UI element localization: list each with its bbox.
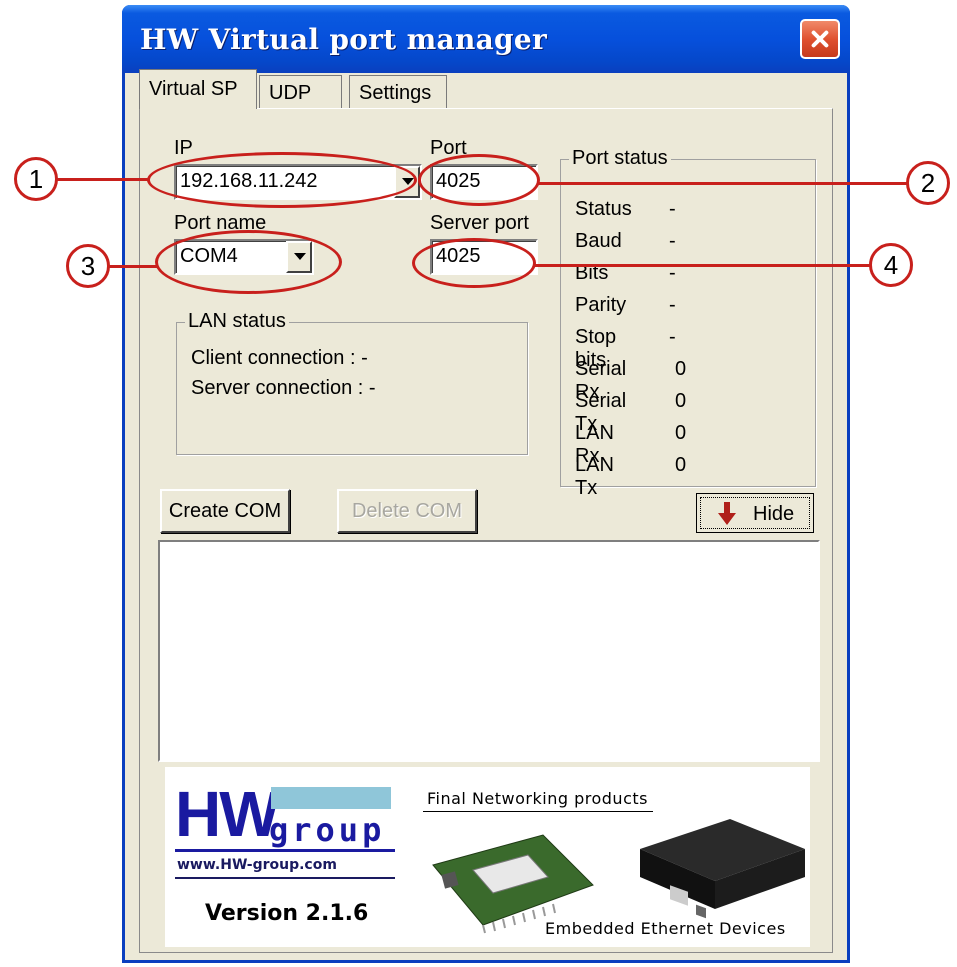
version-label: Version 2.1.6 (205, 901, 369, 926)
logo-divider (175, 849, 395, 852)
tab-settings[interactable]: Settings (349, 75, 447, 109)
annotation-marker-3: 3 (66, 244, 110, 288)
banner-footer: Embedded Ethernet Devices (545, 919, 786, 938)
server-port-label: Server port (430, 212, 529, 234)
delete-com-button[interactable]: Delete COM (337, 489, 477, 533)
annotation-oval-port-name (155, 230, 342, 294)
ethernet-device-image (640, 819, 805, 919)
logo-hw: HW (175, 778, 280, 850)
log-textarea[interactable] (158, 540, 820, 762)
hw-group-banner: HW group www.HW-group.com Version 2.1.6 … (165, 767, 810, 947)
lan-status-title: LAN status (185, 310, 289, 333)
embedded-module-image (432, 834, 594, 934)
arrow-down-icon (718, 502, 736, 525)
annotation-line-2 (538, 182, 910, 185)
close-button[interactable] (800, 19, 840, 59)
hw-group-logo: HW group (175, 781, 395, 849)
tab-virtual-sp[interactable]: Virtual SP (139, 69, 257, 109)
logo-bar (271, 787, 391, 809)
port-status-title: Port status (569, 147, 671, 170)
port-status-group: Port status Status - Baud - Bits - Parity - … (560, 147, 816, 499)
annotation-oval-server-port (412, 238, 536, 288)
ip-label: IP (174, 137, 193, 159)
tagline: Final Networking products (427, 789, 648, 808)
annotation-line-3 (108, 265, 158, 268)
annotation-oval-port (418, 154, 540, 206)
website-url: www.HW-group.com (177, 857, 337, 873)
logo-group: group (269, 811, 386, 849)
server-connection-status: Server connection : - (191, 377, 376, 399)
title-bar[interactable]: HW Virtual port manager (122, 5, 850, 73)
tab-udp[interactable]: UDP (259, 75, 342, 109)
annotation-oval-ip (147, 152, 417, 208)
annotation-marker-4: 4 (869, 243, 913, 287)
url-divider (175, 877, 395, 879)
annotation-line-4 (534, 264, 874, 267)
hide-button-label: Hide (753, 503, 795, 525)
client-connection-status: Client connection : - (191, 347, 368, 369)
lan-status-group: LAN status Client connection : - Server … (176, 310, 528, 455)
hide-button[interactable]: Hide (696, 493, 814, 533)
annotation-marker-1: 1 (14, 157, 58, 201)
create-com-button[interactable]: Create COM (160, 489, 290, 533)
window-title: HW Virtual port manager (140, 23, 548, 56)
app-window: HW Virtual port manager Virtual SP UDP S… (122, 5, 850, 963)
annotation-line-1 (56, 178, 148, 181)
tagline-underline (423, 811, 653, 812)
annotation-marker-2: 2 (906, 161, 950, 205)
